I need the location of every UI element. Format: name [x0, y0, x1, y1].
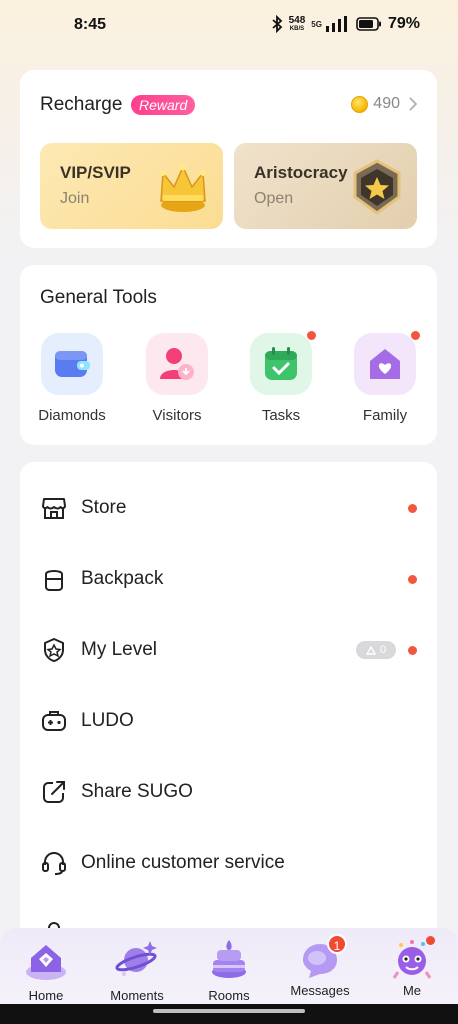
menu-item-share[interactable]: Share SUGO: [20, 767, 437, 817]
share-icon: [43, 781, 65, 803]
menu-card: Store Backpack My Level 0 LUDO Share SUG…: [20, 462, 437, 942]
bottom-nav: Home Moments Rooms 1 Messages Me: [0, 928, 458, 1004]
status-time: 8:45: [74, 16, 107, 33]
vip-title: VIP/SVIP: [60, 163, 131, 182]
home-icon: [26, 945, 66, 980]
tool-tasks[interactable]: Tasks: [236, 331, 326, 424]
wallet-icon: [41, 333, 103, 395]
notification-dot: [307, 331, 316, 340]
aristocracy-tile[interactable]: Aristocracy Open: [234, 143, 417, 229]
message-badge: 1: [327, 934, 347, 954]
battery-percent: 79%: [387, 15, 420, 32]
menu-label: Share SUGO: [81, 781, 193, 802]
tool-visitors[interactable]: Visitors: [132, 333, 222, 424]
vip-tile[interactable]: VIP/SVIP Join: [40, 143, 223, 229]
nav-label: Rooms: [208, 988, 250, 1003]
aristocracy-subtitle: Open: [254, 190, 294, 207]
avatar-icon: [389, 936, 435, 982]
backpack-icon: [45, 570, 63, 591]
store-icon: [42, 498, 66, 519]
net-speed-unit: KB/S: [289, 25, 305, 32]
coin-balance[interactable]: 490: [351, 95, 417, 113]
notification-dot: [426, 936, 435, 945]
chevron-right-icon: [409, 97, 417, 111]
nav-moments[interactable]: Moments: [97, 936, 177, 1003]
menu-item-store[interactable]: Store: [20, 483, 437, 533]
tool-family[interactable]: Family: [340, 331, 430, 424]
net-speed: 548 KB/S: [288, 14, 306, 33]
nav-label: Moments: [110, 988, 164, 1003]
menu-item-ludo[interactable]: LUDO: [20, 696, 437, 746]
gesture-area: [0, 1004, 458, 1024]
home-indicator[interactable]: [153, 1009, 305, 1013]
gamepad-icon: [42, 711, 66, 731]
notification-dot: [408, 646, 417, 655]
level-shield-icon: [44, 638, 64, 662]
nav-messages[interactable]: 1 Messages: [280, 934, 360, 998]
menu-label: My Level: [81, 639, 158, 660]
nav-label: Me: [402, 983, 422, 998]
nav-me[interactable]: Me: [372, 936, 452, 998]
nav-label: Messages: [290, 983, 350, 998]
crown-icon: [160, 163, 206, 212]
menu-label: Backpack: [81, 568, 164, 589]
bluetooth-icon: [272, 15, 282, 33]
headset-icon: [42, 851, 66, 875]
general-tools-card: General Tools Diamonds Visitors Tasks Fa…: [20, 265, 437, 445]
menu-item-my-level[interactable]: My Level 0: [20, 625, 437, 675]
menu-label: Store: [81, 497, 127, 518]
recharge-title[interactable]: Recharge: [40, 94, 122, 116]
tools-title: General Tools: [40, 287, 157, 308]
notification-dot: [408, 575, 417, 584]
cake-icon: [212, 940, 246, 978]
level-chip: 0: [356, 641, 396, 659]
menu-label: LUDO: [81, 710, 134, 731]
level-value: 0: [379, 644, 387, 656]
tool-label: Diamonds: [38, 407, 106, 424]
vip-subtitle: Join: [60, 190, 90, 207]
nav-home[interactable]: Home: [6, 936, 86, 1003]
nav-rooms[interactable]: Rooms: [189, 936, 269, 1003]
status-icons: 548 KB/S 5G 79%: [271, 15, 420, 33]
coin-value: 490: [373, 95, 400, 112]
level-triangle-icon: [365, 645, 376, 655]
planet-icon: [115, 941, 157, 976]
recharge-card: Recharge Reward 490 VIP/SVIP Join Aristo…: [20, 70, 437, 248]
visitor-icon: [146, 333, 208, 395]
tool-label: Tasks: [261, 407, 301, 424]
signal-icon: [325, 16, 347, 32]
menu-item-customer-service[interactable]: Online customer service: [20, 838, 437, 888]
aristocracy-title: Aristocracy: [254, 163, 348, 182]
calendar-check-icon: [250, 331, 316, 395]
tool-label: Family: [362, 407, 408, 424]
status-bar: 8:45 548 KB/S 5G 79%: [0, 0, 458, 50]
star-shield-icon: [353, 159, 401, 215]
house-heart-icon: [354, 331, 420, 395]
tool-label: Visitors: [152, 407, 202, 424]
reward-badge: Reward: [131, 95, 196, 115]
network-type: 5G: [311, 19, 322, 29]
menu-label: Online customer service: [81, 852, 285, 873]
battery-icon: [356, 17, 381, 31]
chat-bubble-icon: 1: [297, 934, 347, 982]
menu-item-backpack[interactable]: Backpack: [20, 554, 437, 604]
notification-dot: [411, 331, 420, 340]
tool-diamonds[interactable]: Diamonds: [27, 333, 117, 424]
nav-label: Home: [28, 988, 64, 1003]
coin-icon: [351, 95, 369, 113]
notification-dot: [408, 504, 417, 513]
net-speed-value: 548: [288, 14, 306, 26]
